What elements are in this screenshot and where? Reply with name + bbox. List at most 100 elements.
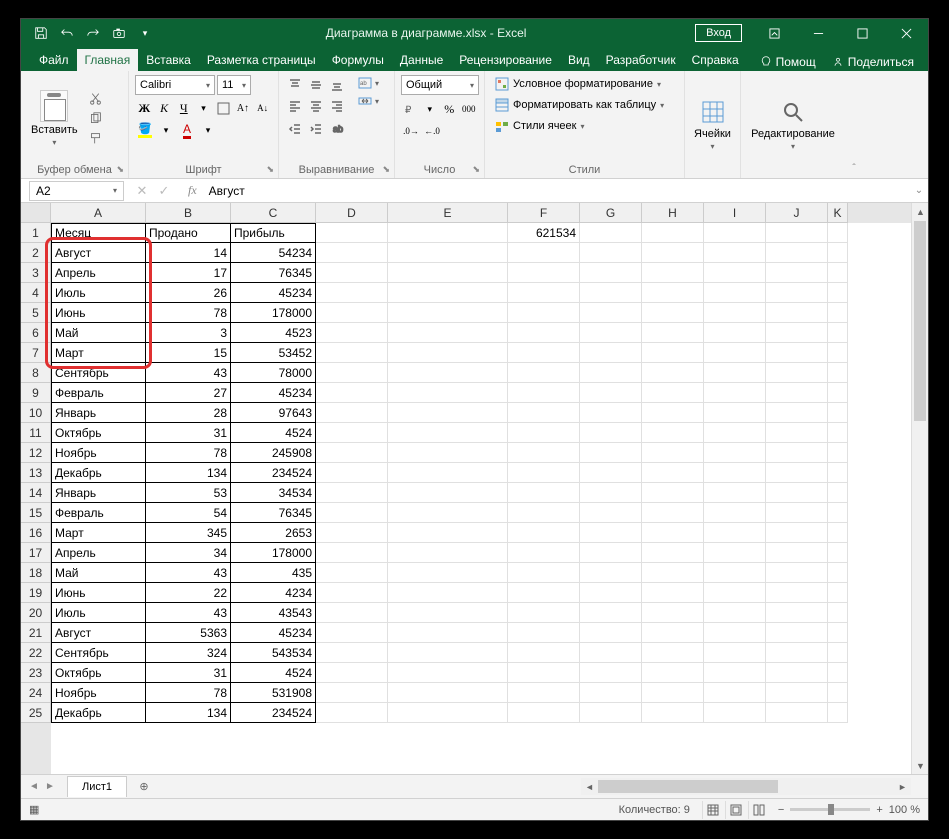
- font-color-button[interactable]: A: [177, 120, 197, 140]
- cell[interactable]: Октябрь: [51, 423, 146, 443]
- cell[interactable]: Январь: [51, 483, 146, 503]
- format-painter-icon[interactable]: [86, 130, 106, 148]
- dialog-launcher-icon[interactable]: ⬊: [116, 164, 124, 175]
- cell[interactable]: [704, 403, 766, 423]
- row-header[interactable]: 25: [21, 703, 51, 723]
- align-middle-icon[interactable]: [306, 75, 326, 95]
- tell-me-button[interactable]: Помощ: [754, 53, 822, 71]
- increase-indent-icon[interactable]: [306, 119, 326, 139]
- ribbon-tab-рецензирование[interactable]: Рецензирование: [451, 49, 560, 71]
- cell[interactable]: [828, 663, 848, 683]
- cell[interactable]: 54234: [231, 243, 316, 263]
- cell[interactable]: [580, 383, 642, 403]
- cell[interactable]: [580, 343, 642, 363]
- row-header[interactable]: 22: [21, 643, 51, 663]
- cell[interactable]: [388, 303, 508, 323]
- cell[interactable]: 4523: [231, 323, 316, 343]
- login-button[interactable]: Вход: [695, 24, 742, 42]
- cell[interactable]: [388, 363, 508, 383]
- cell[interactable]: [316, 703, 388, 723]
- cell[interactable]: [388, 383, 508, 403]
- cell[interactable]: 178000: [231, 303, 316, 323]
- cell[interactable]: [508, 463, 580, 483]
- row-header[interactable]: 4: [21, 283, 51, 303]
- cell[interactable]: [388, 623, 508, 643]
- cell[interactable]: [388, 603, 508, 623]
- camera-icon[interactable]: [107, 21, 131, 45]
- cell[interactable]: 435: [231, 563, 316, 583]
- cell[interactable]: [766, 323, 828, 343]
- ribbon-tab-файл[interactable]: Файл: [31, 49, 77, 71]
- cell[interactable]: [508, 663, 580, 683]
- font-name-dropdown[interactable]: Calibri▾: [135, 75, 215, 95]
- cell-styles-button[interactable]: Стили ячеек▾: [491, 117, 678, 135]
- wrap-text-button[interactable]: ab▾: [357, 75, 380, 91]
- cell[interactable]: 45234: [231, 383, 316, 403]
- cell[interactable]: [388, 223, 508, 243]
- cell[interactable]: Ноябрь: [51, 683, 146, 703]
- cell[interactable]: [388, 243, 508, 263]
- share-button[interactable]: Поделиться: [826, 53, 920, 71]
- cell[interactable]: [642, 703, 704, 723]
- row-header[interactable]: 16: [21, 523, 51, 543]
- cancel-formula-icon[interactable]: ✕: [132, 183, 152, 199]
- currency-button[interactable]: ₽: [401, 99, 420, 119]
- cell[interactable]: Февраль: [51, 383, 146, 403]
- cell[interactable]: [828, 683, 848, 703]
- tab-nav-next-icon[interactable]: ►: [43, 781, 57, 792]
- cell[interactable]: [388, 423, 508, 443]
- cell[interactable]: 43: [146, 603, 231, 623]
- cell[interactable]: [828, 243, 848, 263]
- cell[interactable]: 621534: [508, 223, 580, 243]
- decrease-decimal-icon[interactable]: ←.0: [422, 121, 442, 141]
- zoom-in-icon[interactable]: +: [876, 804, 882, 816]
- cell[interactable]: [316, 583, 388, 603]
- cell[interactable]: [508, 403, 580, 423]
- cell[interactable]: [828, 423, 848, 443]
- cell[interactable]: [766, 603, 828, 623]
- cell[interactable]: [580, 583, 642, 603]
- cell[interactable]: [580, 683, 642, 703]
- cell[interactable]: [704, 583, 766, 603]
- cell[interactable]: [580, 463, 642, 483]
- editing-button[interactable]: Редактирование ▾: [747, 75, 839, 174]
- cell[interactable]: [580, 703, 642, 723]
- cell[interactable]: 345: [146, 523, 231, 543]
- cell[interactable]: [828, 643, 848, 663]
- save-icon[interactable]: [29, 21, 53, 45]
- cell[interactable]: 43543: [231, 603, 316, 623]
- horizontal-scrollbar[interactable]: ◄ ►: [581, 778, 911, 795]
- cell[interactable]: [642, 383, 704, 403]
- cell[interactable]: [316, 443, 388, 463]
- cell[interactable]: [642, 663, 704, 683]
- cell[interactable]: [642, 563, 704, 583]
- cell[interactable]: [316, 523, 388, 543]
- cell[interactable]: [766, 423, 828, 443]
- cell[interactable]: [642, 403, 704, 423]
- cell[interactable]: [316, 423, 388, 443]
- cell[interactable]: 45234: [231, 623, 316, 643]
- cell[interactable]: 43: [146, 363, 231, 383]
- row-header[interactable]: 24: [21, 683, 51, 703]
- cell[interactable]: [642, 623, 704, 643]
- cell[interactable]: 78: [146, 443, 231, 463]
- cell[interactable]: [828, 623, 848, 643]
- row-header[interactable]: 3: [21, 263, 51, 283]
- italic-button[interactable]: К: [155, 98, 174, 118]
- undo-icon[interactable]: [55, 21, 79, 45]
- col-header-K[interactable]: K: [828, 203, 848, 223]
- cell[interactable]: [704, 303, 766, 323]
- cell[interactable]: [642, 423, 704, 443]
- zoom-value[interactable]: 100 %: [889, 804, 920, 816]
- add-sheet-icon[interactable]: ⊕: [133, 776, 155, 798]
- cell[interactable]: [766, 483, 828, 503]
- cell[interactable]: [642, 243, 704, 263]
- cell[interactable]: 27: [146, 383, 231, 403]
- zoom-out-icon[interactable]: −: [778, 804, 784, 816]
- zoom-slider[interactable]: [790, 808, 870, 811]
- vertical-scrollbar[interactable]: ▲ ▼: [911, 203, 928, 774]
- cell[interactable]: [766, 643, 828, 663]
- cell[interactable]: [580, 443, 642, 463]
- cell[interactable]: [766, 623, 828, 643]
- ribbon-tab-разметка страницы[interactable]: Разметка страницы: [199, 49, 324, 71]
